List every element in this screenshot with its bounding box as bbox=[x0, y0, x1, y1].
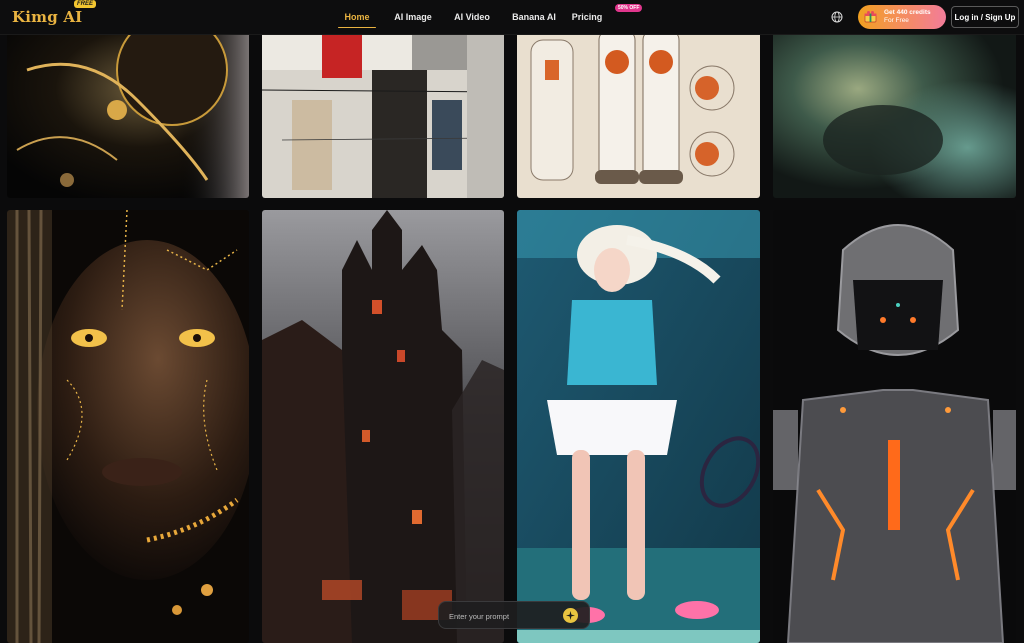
gallery-image-circuit-face[interactable] bbox=[7, 210, 249, 643]
logo-text: Kimg AI bbox=[12, 8, 83, 26]
gift-icon bbox=[864, 11, 877, 23]
gallery-image-glowing-robot[interactable] bbox=[773, 210, 1016, 643]
free-credits-button[interactable]: Get 440 credits For Free bbox=[858, 5, 946, 29]
gallery-image-green-blur[interactable] bbox=[773, 30, 1016, 198]
top-navigation-bar: Kimg AI FREE Home AI Image AI Video Bana… bbox=[0, 0, 1024, 35]
image-abstract-painting bbox=[262, 30, 504, 198]
image-robot-concept-sheet bbox=[517, 30, 760, 198]
image-green-blur bbox=[773, 30, 1016, 198]
gallery-image-gothic-castle[interactable] bbox=[262, 210, 504, 643]
free-badge: FREE bbox=[74, 0, 97, 8]
image-tennis-girl bbox=[517, 210, 760, 643]
image-gothic-castle bbox=[262, 210, 504, 643]
credits-subtitle: For Free bbox=[884, 17, 909, 24]
generate-button[interactable] bbox=[563, 608, 578, 623]
nav-home[interactable]: Home bbox=[336, 0, 378, 34]
prompt-bar bbox=[438, 601, 590, 629]
image-circuit-face bbox=[7, 210, 249, 643]
gallery-image-abstract-painting[interactable] bbox=[262, 30, 504, 198]
logo[interactable]: Kimg AI FREE bbox=[12, 0, 97, 28]
gallery-image-tennis-girl[interactable] bbox=[517, 210, 760, 643]
sparkle-icon bbox=[566, 611, 575, 620]
prompt-input[interactable] bbox=[447, 608, 561, 624]
image-robot-helmet bbox=[7, 30, 249, 198]
gallery-image-robot-helmet[interactable] bbox=[7, 30, 249, 198]
nav-ai-video[interactable]: AI Video bbox=[450, 0, 494, 34]
login-signup-button[interactable]: Log in / Sign Up bbox=[951, 6, 1019, 28]
gallery-image-robot-concept-sheet[interactable] bbox=[517, 30, 760, 198]
discount-badge: 50% OFF bbox=[615, 4, 643, 12]
main-nav: Home AI Image AI Video Banana AI Pricing bbox=[336, 0, 604, 34]
nav-pricing[interactable]: Pricing bbox=[570, 0, 604, 34]
globe-icon[interactable] bbox=[831, 11, 843, 23]
nav-ai-image[interactable]: AI Image bbox=[386, 0, 440, 34]
nav-banana-ai[interactable]: Banana AI bbox=[508, 0, 560, 34]
credits-title: Get 440 credits bbox=[884, 9, 931, 16]
image-glowing-robot bbox=[773, 210, 1016, 643]
